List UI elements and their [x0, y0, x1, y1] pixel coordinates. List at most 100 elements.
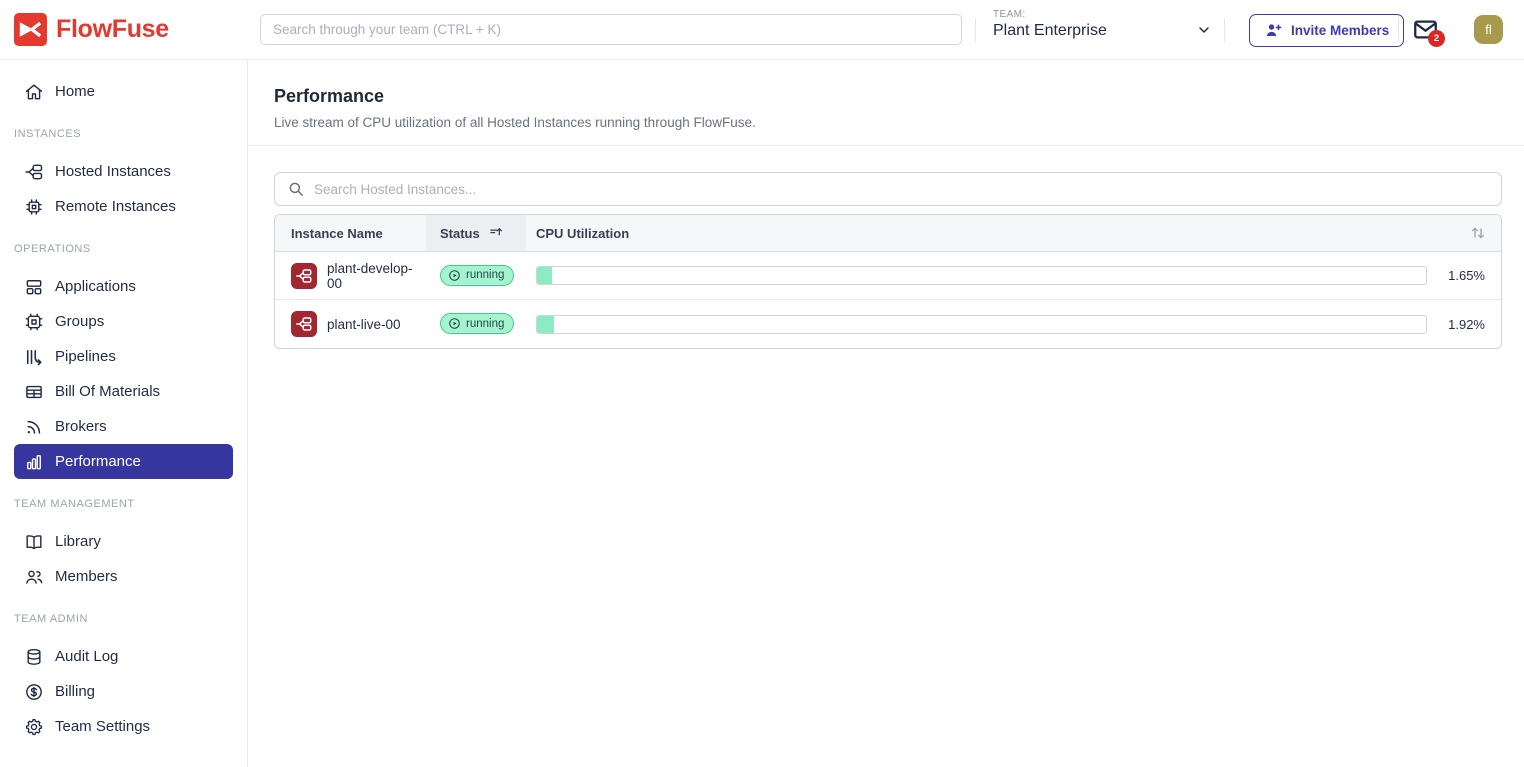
column-header-cpu-utilization: CPU Utilization — [526, 215, 1455, 251]
team-selector[interactable]: TEAM: Plant Enterprise — [993, 9, 1107, 40]
sidebar-item-team-settings[interactable]: Team Settings — [14, 709, 233, 744]
team-search-input[interactable] — [260, 14, 962, 45]
flowfuse-logo-icon — [14, 13, 47, 46]
sidebar-item-groups[interactable]: Groups — [14, 304, 233, 339]
flowfuse-logo[interactable]: FlowFuse — [14, 13, 169, 46]
page-title: Performance — [274, 86, 1498, 107]
applications-icon — [24, 277, 44, 297]
hosted-instances-icon — [24, 162, 44, 182]
user-avatar[interactable]: fl — [1474, 15, 1503, 44]
page-header: Performance Live stream of CPU utilizati… — [248, 60, 1524, 146]
status-cell: running — [426, 313, 526, 335]
notification-count-badge: 2 — [1428, 30, 1445, 47]
sidebar-item-label: Applications — [55, 278, 136, 295]
node-red-instance-icon — [291, 263, 317, 289]
cpu-percentage: 1.92% — [1441, 317, 1485, 332]
sidebar-item-applications[interactable]: Applications — [14, 269, 233, 304]
arrows-up-down-icon — [1470, 225, 1486, 241]
chevron-down-icon[interactable] — [1196, 22, 1212, 38]
groups-icon — [24, 312, 44, 332]
header-divider — [1398, 18, 1399, 42]
sidebar-item-bill-of-materials[interactable]: Bill Of Materials — [14, 374, 233, 409]
invite-members-button[interactable]: Invite Members — [1249, 14, 1404, 47]
brokers-icon — [24, 417, 44, 437]
sidebar-item-label: Billing — [55, 683, 95, 700]
column-header-status[interactable]: Status — [426, 215, 526, 251]
top-bar: FlowFuse TEAM: Plant Enterprise Invite M… — [0, 0, 1524, 60]
sidebar-item-library[interactable]: Library — [14, 524, 233, 559]
sidebar-item-label: Brokers — [55, 418, 107, 435]
audit-log-icon — [24, 647, 44, 667]
sidebar-item-hosted-instances[interactable]: Hosted Instances — [14, 154, 233, 189]
instance-name: plant-live-00 — [327, 317, 401, 332]
sidebar-item-label: Home — [55, 83, 95, 100]
sidebar-item-label: Hosted Instances — [55, 163, 171, 180]
status-text: running — [466, 318, 504, 330]
team-settings-icon — [24, 717, 44, 737]
instance-name-cell: plant-develop-00 — [275, 261, 426, 291]
sidebar-item-label: Members — [55, 568, 118, 585]
sidebar-item-label: Performance — [55, 453, 141, 470]
team-label: TEAM: — [993, 9, 1107, 20]
sidebar-item-remote-instances[interactable]: Remote Instances — [14, 189, 233, 224]
cpu-cell: 1.92% — [526, 315, 1501, 334]
sidebar: Home INSTANCES Hosted Instances Remote I… — [0, 60, 248, 767]
column-header-instance-name[interactable]: Instance Name — [275, 215, 426, 251]
remote-instances-icon — [24, 197, 44, 217]
cpu-utilization-bar-fill — [537, 316, 554, 333]
invite-members-label: Invite Members — [1291, 23, 1389, 38]
table-row[interactable]: plant-live-00 running 1.92% — [275, 300, 1501, 348]
page-subtitle: Live stream of CPU utilization of all Ho… — [274, 115, 1498, 130]
status-cell: running — [426, 265, 526, 287]
header-divider — [1224, 18, 1225, 42]
sidebar-item-label: Bill Of Materials — [55, 383, 160, 400]
sidebar-item-label: Team Settings — [55, 718, 150, 735]
sidebar-item-members[interactable]: Members — [14, 559, 233, 594]
instance-search-box — [274, 172, 1502, 206]
members-icon — [24, 567, 44, 587]
sidebar-item-audit-log[interactable]: Audit Log — [14, 639, 233, 674]
cpu-utilization-bar — [536, 266, 1427, 285]
user-plus-icon — [1264, 21, 1283, 40]
performance-panel: Instance Name Status CPU Utilization — [248, 146, 1524, 349]
instance-name-cell: plant-live-00 — [275, 311, 426, 337]
cpu-cell: 1.65% — [526, 266, 1501, 285]
instance-search-input[interactable] — [314, 182, 1489, 197]
search-icon — [287, 180, 305, 198]
play-circle-icon — [448, 317, 461, 330]
main-content: Performance Live stream of CPU utilizati… — [248, 60, 1524, 767]
node-red-instance-icon — [291, 311, 317, 337]
performance-icon — [24, 452, 44, 472]
cpu-percentage: 1.65% — [1441, 268, 1485, 283]
bill-of-materials-icon — [24, 382, 44, 402]
home-icon — [24, 82, 44, 102]
status-badge: running — [440, 265, 514, 286]
sidebar-item-billing[interactable]: Billing — [14, 674, 233, 709]
table-row[interactable]: plant-develop-00 running 1.65% — [275, 252, 1501, 300]
sidebar-section-instances: INSTANCES — [14, 128, 233, 140]
sidebar-item-label: Pipelines — [55, 348, 116, 365]
sidebar-section-team-management: TEAM MANAGEMENT — [14, 498, 233, 510]
sidebar-item-label: Remote Instances — [55, 198, 176, 215]
pipelines-icon — [24, 347, 44, 367]
sort-toggle[interactable] — [1455, 215, 1501, 251]
sidebar-item-label: Groups — [55, 313, 104, 330]
sidebar-item-performance[interactable]: Performance — [14, 444, 233, 479]
cpu-utilization-bar-fill — [537, 267, 552, 284]
billing-icon — [24, 682, 44, 702]
cpu-utilization-bar — [536, 315, 1427, 334]
table-header-row: Instance Name Status CPU Utilization — [275, 215, 1501, 252]
instances-table: Instance Name Status CPU Utilization — [274, 214, 1502, 349]
sidebar-item-brokers[interactable]: Brokers — [14, 409, 233, 444]
sidebar-item-home[interactable]: Home — [14, 74, 233, 109]
column-label: Instance Name — [291, 226, 383, 241]
library-icon — [24, 532, 44, 552]
column-label: Status — [440, 226, 480, 241]
notifications-button[interactable]: 2 — [1411, 15, 1445, 47]
status-badge: running — [440, 313, 514, 334]
sidebar-item-pipelines[interactable]: Pipelines — [14, 339, 233, 374]
instance-name: plant-develop-00 — [327, 261, 426, 291]
sidebar-item-label: Library — [55, 533, 101, 550]
sidebar-section-operations: OPERATIONS — [14, 243, 233, 255]
column-label: CPU Utilization — [536, 226, 629, 241]
